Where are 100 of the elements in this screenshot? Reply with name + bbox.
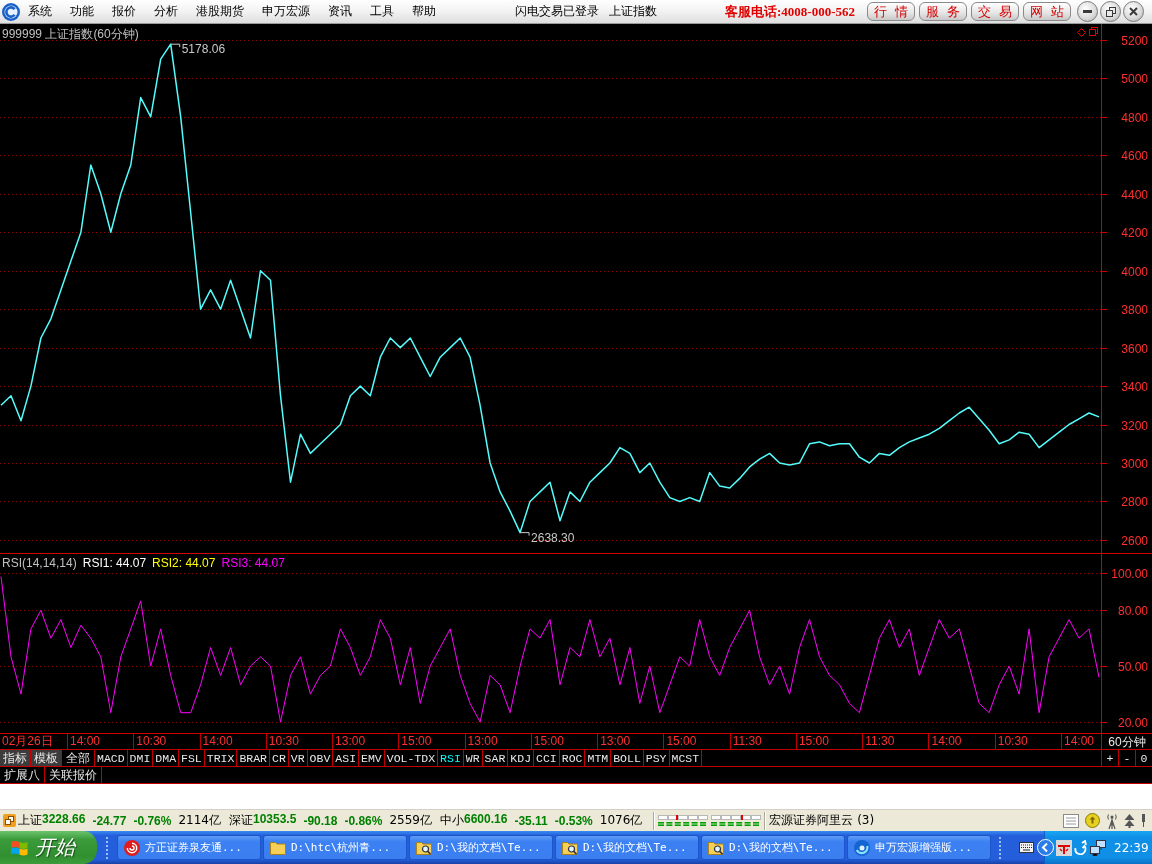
axis-label: 5000 — [1121, 71, 1148, 86]
axis-label: 4000 — [1121, 264, 1148, 279]
indicator-tab[interactable]: VOL-TDX — [384, 750, 439, 766]
legend-value: RSI3: 44.07 — [221, 556, 285, 570]
turnover-text: 1076亿 — [599, 812, 643, 829]
axis-label: 2600 — [1121, 533, 1148, 548]
axis-label: 3000 — [1121, 456, 1148, 471]
turnover-text: 2114亿 — [178, 812, 221, 829]
axis-label: 100.00 — [1111, 566, 1148, 581]
index-value: 6600.16 — [464, 812, 508, 828]
window-icon — [3, 814, 16, 827]
axis-label: 3600 — [1121, 341, 1148, 356]
taskbar-button[interactable]: D:\我的文档\Te... — [409, 835, 553, 860]
indicator-tab[interactable]: OBV — [307, 750, 334, 766]
indicator-tab[interactable]: SAR — [482, 750, 509, 766]
panel-button[interactable]: 模板 — [31, 750, 62, 766]
menu-item[interactable]: 功能 — [61, 1, 103, 22]
taskbar-button[interactable]: D:\htc\杭州青... — [263, 835, 407, 860]
app-icon[interactable] — [1056, 839, 1072, 856]
close-button[interactable] — [1123, 1, 1144, 22]
folder-search-icon — [416, 840, 432, 855]
restore-icon — [1105, 6, 1116, 17]
menu-item[interactable]: 帮助 — [403, 1, 445, 22]
show-hidden-icons-button[interactable] — [1037, 839, 1054, 856]
link-button[interactable]: 交 易 — [971, 2, 1019, 21]
hotline-text: 客服电话:4008-000-562 — [725, 2, 855, 21]
level-meter-icon — [658, 815, 709, 826]
close-icon — [1129, 7, 1138, 16]
indicator-tab[interactable]: ASI — [333, 750, 360, 766]
menu-item[interactable]: 分析 — [145, 1, 187, 22]
indicator-tab[interactable]: DMA — [153, 750, 180, 766]
indicator-tab[interactable]: PSY — [643, 750, 670, 766]
menu-item[interactable]: 系统 — [19, 1, 61, 22]
indicator-tab[interactable]: BOLL — [611, 750, 644, 766]
axis-label: 3200 — [1121, 418, 1148, 433]
pin-icon[interactable] — [1141, 814, 1146, 827]
axis-label: 50.00 — [1117, 659, 1148, 674]
list-icon[interactable] — [1063, 813, 1079, 828]
indicator-tab[interactable]: TRIX — [204, 750, 238, 766]
status-text: 闪电交易已登录 — [515, 3, 599, 20]
taskbar-button[interactable]: D:\我的文档\Te... — [555, 835, 699, 860]
turnover-text: 2559亿 — [389, 812, 432, 829]
connection-text: 宏源证券阿里云 (3) — [769, 812, 875, 829]
index-name: 中小 — [440, 812, 464, 829]
indicator-tab[interactable]: CCI — [534, 750, 560, 766]
double-arrow-up-icon[interactable] — [1124, 813, 1135, 828]
indicator-tab[interactable]: EMV — [359, 750, 385, 766]
index-name: 深证 — [229, 812, 253, 829]
index-change: -35.11 — [514, 813, 548, 828]
indicator-tab[interactable]: FSL — [179, 750, 205, 766]
network-icon[interactable] — [1090, 839, 1106, 856]
minimize-button[interactable] — [1077, 1, 1098, 22]
taskbar-button[interactable]: D:\我的文档\Te... — [701, 835, 845, 860]
window-icon — [1089, 27, 1098, 36]
coin-icon[interactable] — [1085, 813, 1100, 828]
indicator-tab[interactable]: KDJ — [508, 750, 535, 766]
chart-title: 999999 上证指数(60分钟) — [2, 26, 139, 43]
index-percent: -0.76% — [133, 813, 172, 828]
axis-label: 4800 — [1121, 110, 1148, 125]
taskbar-button[interactable]: 申万宏源增强版... — [847, 835, 991, 860]
keyboard-icon[interactable] — [1019, 842, 1034, 853]
indicator-tab[interactable]: BRAR — [237, 750, 270, 766]
axis-label: 5200 — [1121, 33, 1148, 48]
restore-button[interactable] — [1100, 1, 1121, 22]
indicator-tab[interactable]: MACD — [95, 750, 128, 766]
price-extreme-label: 2638.30 — [531, 530, 575, 545]
indicator-tab[interactable]: MTM — [585, 750, 612, 766]
chevron-left-icon — [1037, 839, 1054, 856]
orb-icon — [854, 839, 870, 856]
panel-button[interactable]: 指标 — [0, 750, 31, 766]
axis-label: 4200 — [1121, 225, 1148, 240]
axis-label: 3400 — [1121, 379, 1148, 394]
date-label: 02月26日 — [1, 734, 54, 749]
index-percent: -0.86% — [344, 813, 383, 828]
indicator-tab[interactable]: DMI — [127, 750, 154, 766]
price-extreme-label: 5178.06 — [181, 42, 226, 57]
folder-search-icon — [562, 840, 578, 855]
menu-item[interactable]: 申万宏源 — [253, 1, 319, 22]
link-button[interactable]: 网 站 — [1023, 2, 1071, 21]
axis-label: 20.00 — [1117, 715, 1148, 730]
antenna-icon[interactable] — [1106, 812, 1118, 829]
menu-item[interactable]: 工具 — [361, 1, 403, 22]
link-button[interactable]: 行 情 — [867, 2, 915, 21]
indicator-tab[interactable]: ROC — [559, 750, 586, 766]
axis-label: 4600 — [1121, 148, 1148, 163]
index-percent: -0.53% — [554, 813, 593, 828]
index-value: 3228.66 — [42, 812, 86, 828]
taskbar-button[interactable]: 方正证券泉友通... — [117, 835, 261, 860]
legend-value: RSI2: 44.07 — [152, 556, 216, 570]
start-button[interactable]: 开始 — [0, 831, 97, 864]
axis-label: 4400 — [1121, 187, 1148, 202]
axis-label: 80.00 — [1117, 603, 1148, 618]
menu-item[interactable]: 港股期货 — [187, 1, 253, 22]
clock-text: 22:39 — [1114, 840, 1149, 855]
menu-item[interactable]: 资讯 — [319, 1, 361, 22]
link-button[interactable]: 服 务 — [919, 2, 967, 21]
indicator-tab[interactable]: RSI — [438, 750, 464, 766]
menu-item[interactable]: 报价 — [103, 1, 145, 22]
indicator-tab[interactable]: MCST — [669, 750, 703, 766]
swirl-icon — [124, 839, 140, 856]
